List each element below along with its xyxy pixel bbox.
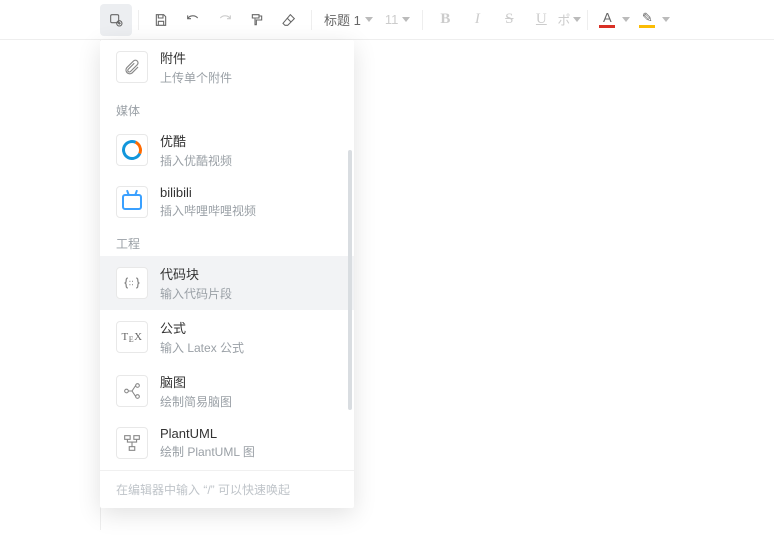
heading-select-label: 标题 1 [324, 10, 361, 29]
chevron-down-icon [622, 17, 630, 22]
underline-button[interactable]: U [525, 4, 557, 36]
highlight-color-button[interactable]: ✎ [634, 4, 674, 36]
text-color-glyph: A [603, 11, 612, 24]
section-label-media: 媒体 [100, 94, 354, 123]
bilibili-icon [116, 186, 148, 218]
menu-item-title: bilibili [160, 185, 256, 200]
redo-button[interactable] [209, 4, 241, 36]
menu-item-youku[interactable]: 优酷 插入优酷视频 [100, 123, 354, 177]
chevron-down-icon [402, 17, 410, 22]
strikethrough-button[interactable]: S [493, 4, 525, 36]
menu-item-desc: 绘制简易脑图 [160, 393, 232, 410]
undo-button[interactable] [177, 4, 209, 36]
menu-item-title: PlantUML [160, 426, 255, 441]
menu-item-attachment[interactable]: 附件 上传单个附件 [100, 40, 354, 94]
eraser-button[interactable] [273, 4, 305, 36]
menu-item-desc: 输入 Latex 公式 [160, 339, 244, 356]
font-size-label: 11 [385, 12, 399, 27]
chevron-down-icon [573, 17, 581, 22]
dropdown-hint: 在编辑器中输入 “/” 可以快速唤起 [100, 470, 354, 508]
menu-item-bilibili[interactable]: bilibili 插入哔哩哔哩视频 [100, 177, 354, 227]
menu-item-title: 脑图 [160, 372, 232, 391]
menu-item-desc: 输入代码片段 [160, 285, 232, 302]
text-color-button[interactable]: A [594, 4, 634, 36]
chevron-down-icon [365, 17, 373, 22]
menu-item-formula[interactable]: TEX 公式 输入 Latex 公式 [100, 310, 354, 364]
font-size-select[interactable]: 11 [379, 4, 417, 36]
youku-icon [116, 134, 148, 166]
tex-icon: TEX [116, 321, 148, 353]
menu-item-title: 代码块 [160, 264, 232, 283]
separator [587, 10, 588, 30]
menu-item-mindmap[interactable]: 脑图 绘制简易脑图 [100, 364, 354, 418]
highlight-icon: ✎ [642, 11, 653, 24]
toolbar: 标题 1 11 B I S U ポ A ✎ [0, 0, 774, 40]
menu-item-title: 优酷 [160, 131, 232, 150]
menu-item-desc: 绘制 PlantUML 图 [160, 443, 255, 460]
text-color-bar [599, 25, 615, 28]
scrollbar-thumb[interactable] [348, 150, 352, 410]
menu-item-desc: 插入哔哩哔哩视频 [160, 202, 256, 219]
menu-item-desc: 插入优酷视频 [160, 152, 232, 169]
menu-item-plantuml[interactable]: PlantUML 绘制 PlantUML 图 [100, 418, 354, 468]
paperclip-icon [116, 51, 148, 83]
insert-dropdown: 附件 上传单个附件 媒体 优酷 插入优酷视频 bilibili 插入哔哩哔哩视频… [100, 40, 354, 508]
save-button[interactable] [145, 4, 177, 36]
separator [422, 10, 423, 30]
insert-menu-button[interactable] [100, 4, 132, 36]
chevron-down-icon [662, 17, 670, 22]
menu-item-title: 公式 [160, 318, 244, 337]
italic-button[interactable]: I [461, 4, 493, 36]
script-button[interactable]: ポ [557, 10, 581, 29]
separator [138, 10, 139, 30]
menu-item-title: 附件 [160, 48, 232, 67]
section-label-engineering: 工程 [100, 227, 354, 256]
heading-select[interactable]: 标题 1 [318, 4, 379, 36]
plantuml-icon [116, 427, 148, 459]
highlight-color-bar [639, 25, 655, 28]
bold-button[interactable]: B [429, 4, 461, 36]
menu-item-code-block[interactable]: 代码块 输入代码片段 [100, 256, 354, 310]
separator [311, 10, 312, 30]
menu-item-desc: 上传单个附件 [160, 69, 232, 86]
mindmap-icon [116, 375, 148, 407]
format-painter-button[interactable] [241, 4, 273, 36]
code-block-icon [116, 267, 148, 299]
